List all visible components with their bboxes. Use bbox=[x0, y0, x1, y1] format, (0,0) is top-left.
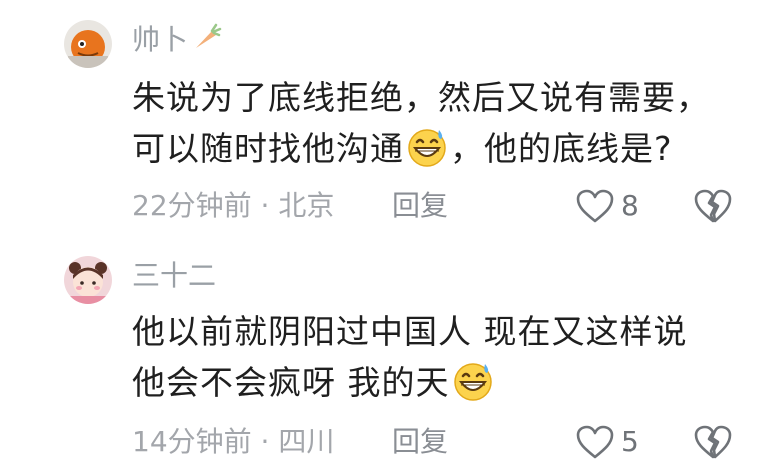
avatar-image bbox=[64, 20, 112, 68]
dislike-button[interactable] bbox=[694, 188, 732, 228]
like-button[interactable]: 5 bbox=[575, 422, 639, 462]
comment-text-line: 他以前就阴阳过中国人 现在又这样说 bbox=[132, 312, 688, 351]
avatar[interactable] bbox=[64, 20, 112, 68]
carrot-icon bbox=[192, 21, 222, 62]
comment-meta: 14分钟前 · 四川 bbox=[132, 425, 335, 458]
like-button[interactable]: 8 bbox=[575, 186, 639, 226]
comment-text-line: 朱说为了底线拒绝，然后又说有需要， bbox=[132, 78, 710, 117]
heart-icon bbox=[576, 189, 614, 223]
comment-text: 他以前就阴阳过中国人 现在又这样说 他会不会疯呀 我的天 bbox=[132, 306, 752, 416]
avatar-image bbox=[64, 256, 112, 304]
reply-button[interactable]: 回复 bbox=[392, 186, 448, 226]
like-count: 8 bbox=[621, 189, 639, 222]
grinning-sweat-emoji-icon bbox=[452, 360, 494, 416]
comment-username[interactable]: 帅卜 bbox=[132, 20, 222, 62]
reply-button[interactable]: 回复 bbox=[392, 422, 448, 462]
broken-heart-icon bbox=[694, 425, 732, 459]
broken-heart-icon bbox=[694, 189, 732, 223]
comment-text-line: 他会不会疯呀 我的天 bbox=[132, 357, 752, 416]
comment-text-line: 可以随时找他沟通 ，他的底线是? bbox=[132, 123, 752, 182]
avatar[interactable] bbox=[64, 256, 112, 304]
like-count: 5 bbox=[621, 425, 639, 458]
comment-meta: 22分钟前 · 北京 bbox=[132, 189, 335, 222]
grinning-sweat-emoji-icon bbox=[406, 126, 448, 182]
comment-text: 朱说为了底线拒绝，然后又说有需要， 可以随时找他沟通 ，他的底线是? bbox=[132, 72, 752, 182]
dislike-button[interactable] bbox=[694, 424, 732, 464]
comment-username[interactable]: 三十二 bbox=[132, 256, 216, 296]
heart-icon bbox=[576, 425, 614, 459]
